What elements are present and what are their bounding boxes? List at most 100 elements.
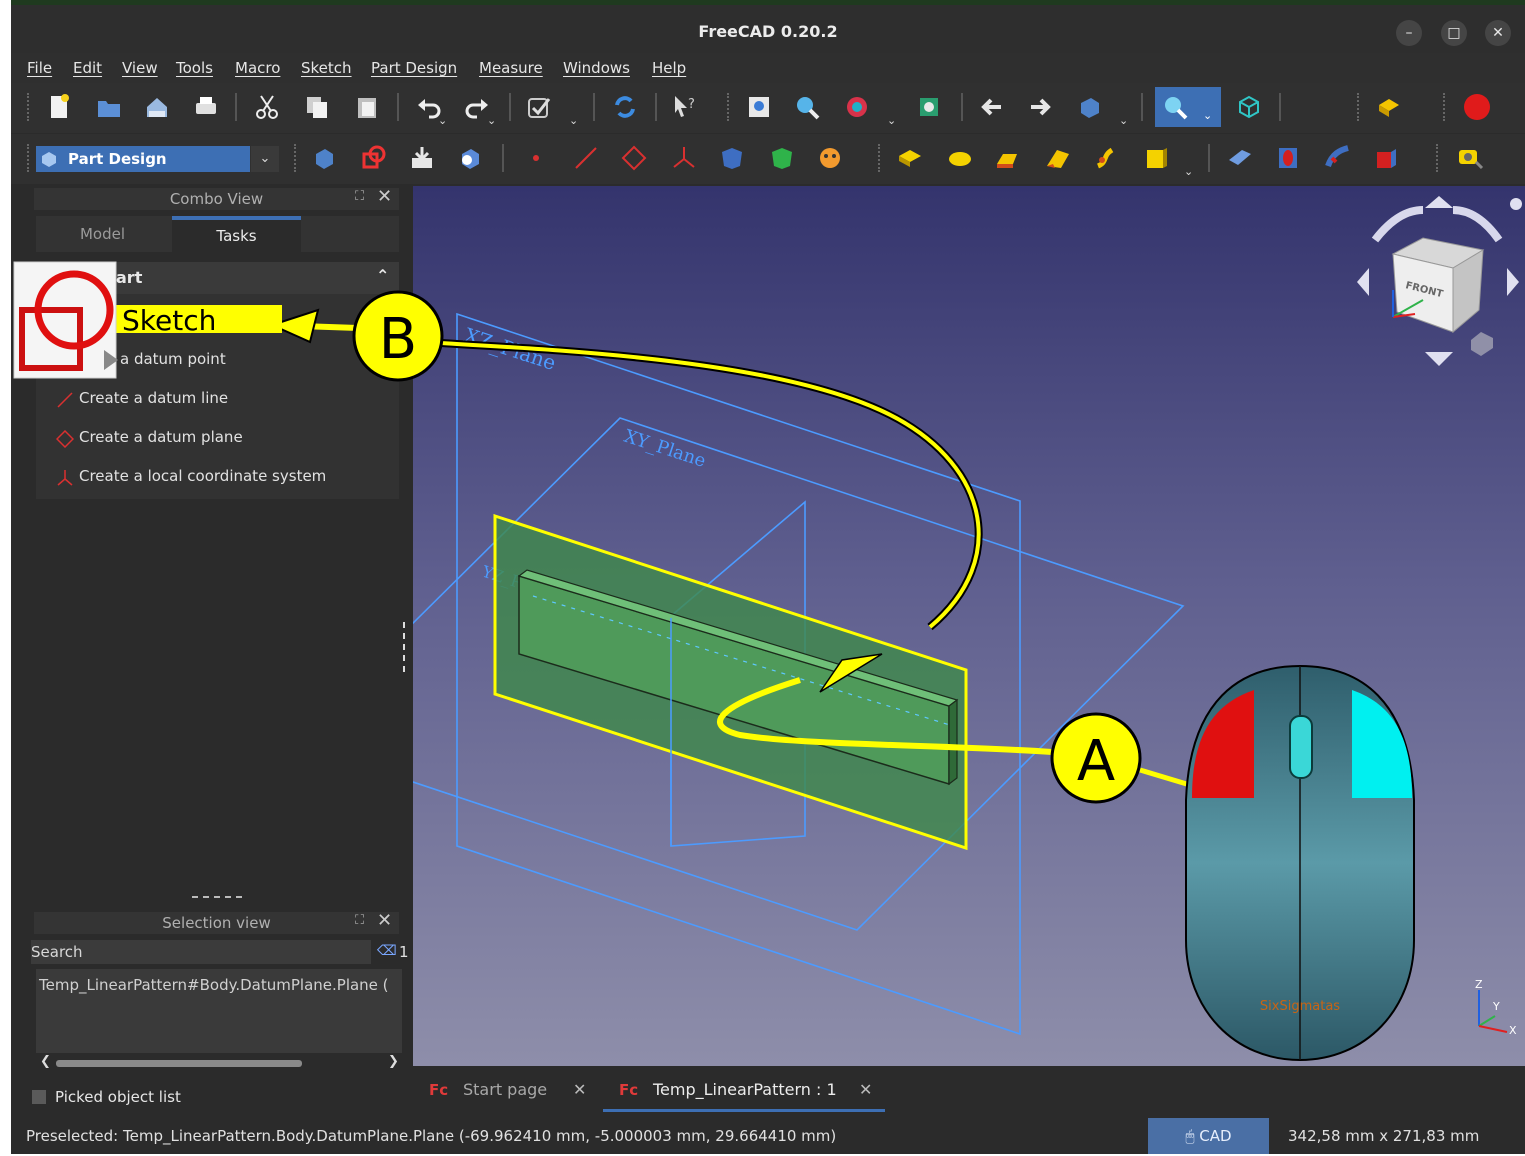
scroll-left-icon[interactable]: ❮ [40,1054,51,1069]
toolbar-grip[interactable] [1436,144,1444,172]
redo-dropdown-icon[interactable]: ⌄ [487,114,496,127]
create-body-icon[interactable] [310,144,338,172]
additive-box-icon[interactable] [1142,144,1170,172]
copy-icon[interactable] [303,93,331,121]
selection-list-item[interactable]: Temp_LinearPattern#Body.DatumPlane.Plane… [39,976,389,994]
scrollbar-thumb[interactable] [56,1060,302,1067]
navigation-style-button[interactable]: 🖱 CAD [1148,1118,1269,1154]
print-icon[interactable] [192,93,220,121]
undo-dropdown-icon[interactable]: ⌄ [438,114,447,127]
float-panel-icon[interactable]: ⛶ [355,189,364,204]
close-panel-icon[interactable]: ✕ [377,910,392,931]
draw-style-icon[interactable] [843,93,871,121]
back-arrow-icon[interactable] [977,93,1005,121]
view-axonometric-icon[interactable] [1075,93,1103,121]
additive-pipe-icon[interactable] [1044,144,1072,172]
task-item-datum-point[interactable]: a datum point [120,350,226,368]
clear-search-icon[interactable]: ⌫ [377,943,397,959]
scroll-right-icon[interactable]: ❯ [388,1054,399,1069]
additive-primitive-dropdown-icon[interactable]: ⌄ [1184,165,1193,178]
workbench-dropdown-icon[interactable]: ⌄ [251,146,279,172]
maximize-button[interactable]: □ [1441,20,1467,46]
zoom-dropdown-icon[interactable]: ⌄ [1203,109,1212,122]
menu-macro[interactable]: Macro [235,59,280,77]
selection-hscrollbar[interactable]: ❮ ❯ [36,1054,402,1072]
toolbar-grip[interactable] [294,144,302,172]
revolution-icon[interactable] [946,144,974,172]
toolbar-grip[interactable] [27,93,35,121]
groove-icon[interactable] [1324,144,1352,172]
macro-dropdown-icon[interactable]: ⌄ [569,114,578,127]
additive-loft-icon[interactable] [994,144,1022,172]
forward-arrow-icon[interactable] [1027,93,1055,121]
measure-icon[interactable] [1456,144,1484,172]
macro-checkmark-icon[interactable] [525,93,553,121]
nav-right-icon[interactable] [1507,268,1519,296]
additive-helix-icon[interactable] [1092,144,1120,172]
shape-binder-icon[interactable] [718,144,746,172]
isometric-cube-icon[interactable] [1235,93,1263,121]
selection-search-input[interactable]: Search [31,940,371,964]
local-coordinate-system-icon[interactable] [670,144,698,172]
fit-selection-icon[interactable] [793,93,821,121]
nav-up-icon[interactable] [1425,196,1453,208]
tab-start-page[interactable]: Fc Start page ✕ [413,1068,603,1112]
toolbar-grip[interactable] [1443,93,1451,121]
nav-left-icon[interactable] [1357,268,1369,296]
menu-edit[interactable]: Edit [73,59,102,77]
refresh-icon[interactable] [611,93,639,121]
menu-windows[interactable]: Windows [563,59,630,77]
close-tab-icon[interactable]: ✕ [573,1068,586,1112]
workbench-selector[interactable]: Part Design [36,146,250,172]
open-document-icon[interactable] [95,93,123,121]
validate-sketch-icon[interactable] [408,144,436,172]
rotate-left-icon[interactable] [1371,206,1424,243]
datum-point-icon[interactable] [522,144,550,172]
toolbar-grip[interactable] [27,144,35,172]
tab-temp-linearpattern[interactable]: Fc Temp_LinearPattern : 1 ✕ [603,1068,885,1112]
3d-viewport[interactable]: XZ_Plane XY_Plane YZ_Plane FRONT [413,186,1525,1066]
float-panel-icon[interactable]: ⛶ [355,913,364,928]
view-selection-toggle[interactable]: ⌄ [1155,87,1221,127]
view-dropdown-icon[interactable]: ⌄ [1119,114,1128,127]
rotate-right-icon[interactable] [1452,206,1503,243]
toolbar-grip[interactable] [878,144,886,172]
minimize-button[interactable]: – [1396,20,1422,46]
clone-icon[interactable] [456,144,484,172]
picked-object-list-checkbox[interactable] [32,1090,46,1104]
collapse-chevron-icon[interactable]: ⌃ [376,266,389,285]
whats-this-icon[interactable]: ? [671,93,699,121]
menu-part-design[interactable]: Part Design [371,59,457,77]
datum-line-icon[interactable] [572,144,600,172]
tab-model[interactable]: Model [36,216,169,252]
menu-measure[interactable]: Measure [479,59,543,77]
datum-plane-icon[interactable] [620,144,648,172]
bounding-box-icon[interactable] [915,93,943,121]
navigation-cube[interactable]: FRONT [1353,192,1523,372]
paste-icon[interactable] [353,93,381,121]
save-document-icon[interactable] [143,93,171,121]
clone-face-icon[interactable] [816,144,844,172]
close-tab-icon[interactable]: ✕ [859,1068,872,1112]
subtractive-loft-icon[interactable] [1372,144,1400,172]
record-macro-icon[interactable] [1463,93,1491,121]
panel-resize-handle[interactable] [403,622,409,672]
toolbar-grip[interactable] [727,93,735,121]
hole-icon[interactable] [1274,144,1302,172]
pocket-icon[interactable] [1226,144,1254,172]
pad-icon[interactable] [896,144,924,172]
cut-icon[interactable] [253,93,281,121]
nav-menu-dot-icon[interactable] [1510,198,1522,210]
menu-file[interactable]: File [27,59,52,77]
subshape-binder-icon[interactable] [768,144,796,172]
panel-splitter[interactable] [192,896,242,898]
tab-tasks[interactable]: Tasks [172,216,301,252]
part-icon[interactable] [1375,93,1403,121]
nav-down-icon[interactable] [1425,352,1453,366]
menu-tools[interactable]: Tools [176,59,213,77]
draw-style-dropdown-icon[interactable]: ⌄ [887,114,896,127]
nav-view-menu-icon[interactable] [1471,332,1493,356]
fit-all-icon[interactable] [745,93,773,121]
create-sketch-icon[interactable] [360,144,388,172]
toolbar-grip[interactable] [1357,93,1365,121]
